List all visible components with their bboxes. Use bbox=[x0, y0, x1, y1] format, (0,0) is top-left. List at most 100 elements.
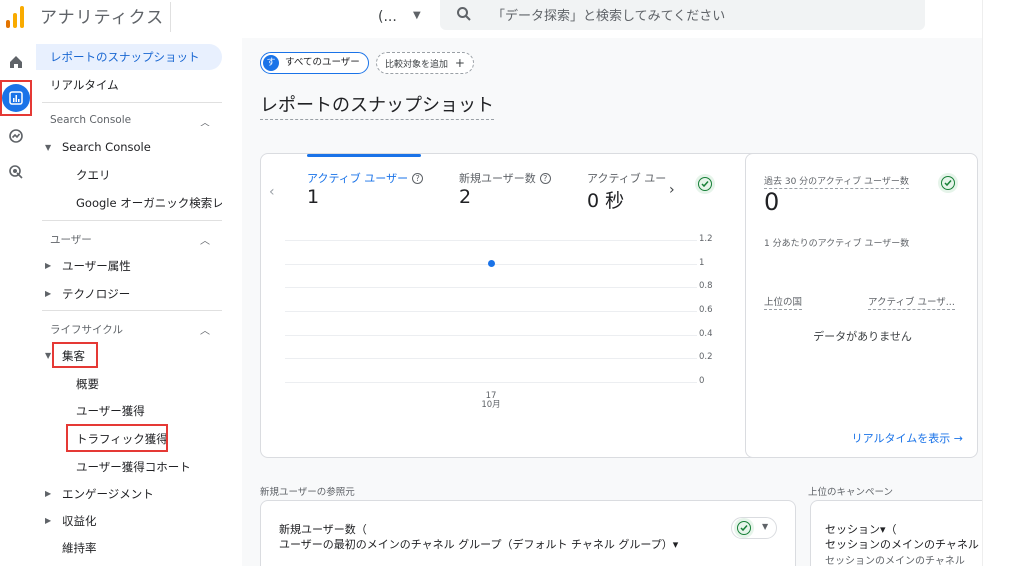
gridline bbox=[285, 334, 697, 336]
y-tick-label: 0.2 bbox=[699, 352, 713, 363]
view-realtime-link[interactable]: リアルタイムを表示 → bbox=[852, 430, 963, 446]
segment-chip-all-users[interactable]: す すべてのユーザー bbox=[260, 52, 369, 74]
caret-down-icon: ▼ bbox=[45, 351, 52, 360]
sidebar-item-queries[interactable]: クエリ bbox=[36, 167, 222, 183]
chip-label: 比較対象を追加 bbox=[385, 60, 449, 70]
chevron-down-icon[interactable]: ▼ bbox=[413, 10, 421, 21]
column-header-country: 上位の国 bbox=[764, 294, 803, 310]
advertising-icon bbox=[9, 165, 23, 179]
sidebar-group-search-console[interactable]: ▼ Search Console bbox=[36, 140, 222, 154]
highlight-box-traffic-acquisition bbox=[66, 424, 168, 452]
campaign-card-title[interactable]: セッション▾（ bbox=[825, 521, 897, 537]
rail-advertising-button[interactable] bbox=[2, 158, 30, 186]
chevron-down-icon: ▼ bbox=[762, 522, 769, 531]
sidebar-section-search-console[interactable]: Search Console ︿ bbox=[36, 114, 222, 126]
section-label-referral: 新規ユーザーの参照元 bbox=[260, 487, 355, 498]
sidebar-item-overview[interactable]: 概要 bbox=[36, 376, 222, 392]
metric-value: 2 bbox=[459, 186, 472, 208]
metric-label: 新規ユーザー数? bbox=[459, 170, 551, 186]
data-quality-check-icon[interactable] bbox=[695, 174, 715, 194]
y-tick-label: 1 bbox=[699, 257, 705, 268]
caret-right-icon: ▶ bbox=[45, 289, 52, 298]
sidebar-divider bbox=[42, 102, 222, 103]
referral-card: 新規ユーザー数（ ユーザーの最初のメインのチャネル グループ（デフォルト チャネ… bbox=[260, 500, 796, 566]
sidebar-item-organic-search[interactable]: Google オーガニック検索レ... bbox=[36, 195, 222, 211]
campaign-dimension-sub: セッションのメインのチャネル bbox=[825, 556, 965, 566]
overview-chart-card: ‹ › アクティブ ユーザー? 1 新規ユーザー数? 2 アクティブ ユー 0 … bbox=[260, 153, 762, 458]
chip-label: すべてのユーザー bbox=[285, 57, 360, 68]
reports-sidebar: レポートのスナップショット リアルタイム Search Console ︿ ▼ … bbox=[36, 38, 242, 566]
referral-card-title: 新規ユーザー数（ bbox=[279, 523, 367, 536]
dimension-selector[interactable]: ユーザーの最初のメインのチャネル グループ（デフォルト チャネル グループ）▾ bbox=[279, 536, 678, 552]
add-comparison-button[interactable]: 比較対象を追加 + bbox=[376, 52, 474, 74]
metric-value: 1 bbox=[307, 186, 320, 208]
sidebar-item-retention[interactable]: 維持率 bbox=[36, 540, 222, 556]
app-title: アナリティクス bbox=[40, 8, 165, 28]
explore-icon bbox=[9, 129, 23, 143]
gridline bbox=[285, 287, 697, 289]
realtime-title: 過去 30 分のアクティブ ユーザー数 bbox=[764, 174, 909, 189]
search-icon bbox=[457, 7, 471, 21]
data-quality-check-icon[interactable] bbox=[938, 173, 958, 193]
page-title: レポートのスナップショット bbox=[260, 91, 494, 120]
empty-state-message: データがありません bbox=[813, 330, 912, 343]
checkmark-icon bbox=[944, 180, 952, 187]
group-label: エンゲージメント bbox=[62, 487, 154, 501]
avatar: す bbox=[263, 55, 279, 71]
gridline bbox=[285, 382, 697, 383]
checkmark-icon bbox=[740, 525, 748, 532]
y-tick-label: 0.6 bbox=[699, 305, 713, 315]
realtime-per-minute-label: 1 分あたりのアクティブ ユーザー数 bbox=[764, 239, 910, 249]
section-label-campaign: 上位のキャンペーン bbox=[808, 487, 894, 498]
check-icon bbox=[737, 521, 751, 535]
sidebar-group-technology[interactable]: ▶ テクノロジー bbox=[36, 286, 222, 302]
sidebar-item-user-acquisition[interactable]: ユーザー獲得 bbox=[36, 403, 222, 419]
section-label: Search Console bbox=[50, 114, 132, 126]
column-header-active-users: アクティブ ユーザ... bbox=[868, 294, 955, 310]
gridline bbox=[285, 358, 697, 360]
chevron-up-icon[interactable]: ︿ bbox=[200, 232, 210, 247]
campaign-card: セッション▾（ セッションのメインのチャネル グ セッションのメインのチャネル bbox=[810, 500, 993, 566]
realtime-card: 過去 30 分のアクティブ ユーザー数 0 1 分あたりのアクティブ ユーザー数… bbox=[745, 153, 978, 458]
chevron-up-icon[interactable]: ︿ bbox=[200, 114, 210, 126]
gridline bbox=[285, 311, 697, 312]
metric-label: アクティブ ユー bbox=[587, 172, 667, 185]
caret-right-icon: ▶ bbox=[45, 261, 52, 270]
chevron-left-icon[interactable]: ‹ bbox=[269, 184, 275, 200]
sidebar-group-user-attributes[interactable]: ▶ ユーザー属性 bbox=[36, 258, 222, 274]
y-tick-label: 0.4 bbox=[699, 328, 713, 339]
chevron-right-icon[interactable]: › bbox=[669, 182, 675, 198]
sidebar-item-realtime[interactable]: リアルタイム bbox=[36, 77, 222, 93]
account-selector[interactable]: (... bbox=[378, 9, 397, 25]
caret-right-icon: ▶ bbox=[45, 516, 52, 525]
comparison-dropdown[interactable]: ▼ bbox=[731, 517, 777, 539]
highlight-box-reports bbox=[0, 80, 32, 116]
sidebar-divider bbox=[42, 220, 222, 221]
realtime-value: 0 bbox=[764, 188, 780, 216]
help-icon[interactable]: ? bbox=[539, 173, 551, 184]
sidebar-group-monetization[interactable]: ▶ 収益化 bbox=[36, 513, 222, 529]
group-label: ユーザー属性 bbox=[62, 259, 131, 273]
analytics-logo-icon[interactable] bbox=[6, 6, 26, 28]
section-label: ユーザー bbox=[50, 234, 92, 246]
sidebar-group-engagement[interactable]: ▶ エンゲージメント bbox=[36, 486, 222, 502]
rail-home-button[interactable] bbox=[2, 48, 30, 76]
sidebar-section-user[interactable]: ユーザー ︿ bbox=[36, 232, 222, 247]
help-icon[interactable]: ? bbox=[412, 173, 424, 184]
group-label: 収益化 bbox=[62, 514, 97, 528]
campaign-dimension-selector[interactable]: セッションのメインのチャネル グ bbox=[825, 536, 993, 552]
metric-label-text: 新規ユーザー数 bbox=[459, 172, 536, 185]
checkmark-icon bbox=[701, 181, 709, 188]
x-tick-label: 10月 bbox=[481, 400, 501, 410]
sidebar-item-user-acquisition-cohort[interactable]: ユーザー獲得コホート bbox=[36, 459, 222, 475]
caret-down-icon: ▼ bbox=[45, 143, 52, 152]
data-point[interactable] bbox=[487, 260, 495, 268]
search-input[interactable]: 「データ探索」と検索してみてください bbox=[492, 5, 725, 24]
search-bar[interactable]: 「データ探索」と検索してみてください bbox=[440, 0, 925, 30]
chevron-up-icon[interactable]: ︿ bbox=[200, 322, 210, 337]
sidebar-item-snapshot[interactable]: レポートのスナップショット bbox=[36, 44, 222, 70]
check-icon bbox=[941, 176, 955, 190]
sidebar-section-lifecycle[interactable]: ライフサイクル ︿ bbox=[36, 322, 222, 337]
analytics-app: アナリティクス (... ▼ 「データ探索」と検索してみてください レポートのス… bbox=[0, 0, 1024, 566]
rail-explore-button[interactable] bbox=[2, 122, 30, 150]
